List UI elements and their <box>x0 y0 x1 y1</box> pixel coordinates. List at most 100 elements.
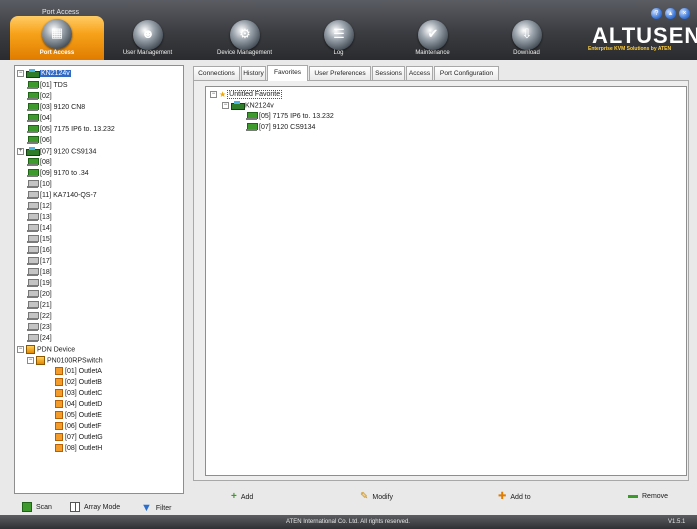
tree-pdn-group[interactable]: − PDN Device <box>17 345 75 354</box>
computer-offline-icon <box>27 224 39 233</box>
tab-access[interactable]: Access <box>406 66 433 80</box>
outlet-icon <box>55 367 63 376</box>
tree-port[interactable]: [15] <box>27 235 52 244</box>
tree-port[interactable]: [18] <box>27 268 52 277</box>
copyright-text: ATEN International Co. Ltd. All rights r… <box>286 519 410 525</box>
tree-port[interactable]: [19] <box>27 279 52 288</box>
favorite-star-icon: ★ <box>219 90 227 99</box>
array-mode-button[interactable]: Array Mode <box>70 501 120 515</box>
tree-outlet[interactable]: [02] OutletB <box>55 378 102 387</box>
tree-port[interactable]: [01] TDS <box>27 81 68 90</box>
nav-user-management[interactable]: ☻ User Management <box>99 0 196 60</box>
computer-online-icon <box>27 92 39 101</box>
collapse-icon[interactable]: − <box>222 102 229 109</box>
nav-device-management[interactable]: ⚙ Device Management <box>196 0 293 60</box>
favorite-device[interactable]: − KN2124v <box>222 101 274 110</box>
computer-online-icon <box>27 169 39 178</box>
nav-port-access[interactable]: ▦ Port Access <box>10 16 104 60</box>
collapse-icon[interactable]: − <box>17 70 24 77</box>
tree-port[interactable]: [20] <box>27 290 52 299</box>
computer-offline-icon <box>27 268 39 277</box>
status-bar: ATEN International Co. Ltd. All rights r… <box>0 515 697 529</box>
power-switch-icon <box>36 356 45 365</box>
tree-port-cascade[interactable]: + [07] 9120 CS9134 <box>17 147 96 156</box>
tree-outlet[interactable]: [06] OutletF <box>55 422 102 431</box>
tree-port[interactable]: [11] KA7140-QS-7 <box>27 191 97 200</box>
tree-port[interactable]: [04] <box>27 114 52 123</box>
tree-port[interactable]: [13] <box>27 213 52 222</box>
minimize-icon[interactable]: ▴ <box>665 8 676 19</box>
help-icon[interactable]: ? <box>651 8 662 19</box>
close-icon[interactable]: × <box>679 8 690 19</box>
port-tree[interactable]: − KN2124v [01] TDS [02] [03] 9120 CN8 [04… <box>14 65 184 494</box>
tree-outlet[interactable]: [03] OutletC <box>55 389 102 398</box>
computer-offline-icon <box>27 279 39 288</box>
tree-port[interactable]: [02] <box>27 92 52 101</box>
add-to-button[interactable]: ✚ Add to <box>498 490 531 504</box>
nav-label: Device Management <box>216 50 273 56</box>
tree-port[interactable]: [14] <box>27 224 52 233</box>
tree-port[interactable]: [22] <box>27 312 52 321</box>
tree-port[interactable]: [24] <box>27 334 52 343</box>
remove-button[interactable]: Remove <box>628 490 668 504</box>
filter-icon: ▼ <box>141 502 152 514</box>
tree-outlet[interactable]: [04] OutletD <box>55 400 102 409</box>
nav-log[interactable]: ☰ Log <box>290 0 387 60</box>
nav-label: Log <box>333 50 344 56</box>
nav-maintenance[interactable]: ✔ Maintenance <box>384 0 481 60</box>
computer-online-icon <box>27 158 39 167</box>
tab-port-configuration[interactable]: Port Configuration <box>434 66 499 80</box>
tree-port[interactable]: [23] <box>27 323 52 332</box>
tree-port[interactable]: [03] 9120 CN8 <box>27 103 85 112</box>
computer-offline-icon <box>27 334 39 343</box>
favorite-port[interactable]: [05] 7175 IP6 to. 13.232 <box>246 112 334 121</box>
tree-port[interactable]: [08] <box>27 158 52 167</box>
outlet-icon <box>55 444 63 453</box>
tree-outlet[interactable]: [07] OutletG <box>55 433 103 442</box>
nav-label: User Management <box>122 50 173 56</box>
modify-button[interactable]: ✎ Modify <box>360 490 393 504</box>
tree-port[interactable]: [17] <box>27 257 52 266</box>
computer-online-icon <box>246 123 258 132</box>
header-bar: Port Access ▦ Port Access ☻ User Managem… <box>0 0 697 60</box>
tab-user-preferences[interactable]: User Preferences <box>309 66 371 80</box>
collapse-icon[interactable]: − <box>27 357 34 364</box>
favorite-port[interactable]: [07] 9120 CS9134 <box>246 123 315 132</box>
tree-port[interactable]: [06] <box>27 136 52 145</box>
tab-sessions[interactable]: Sessions <box>372 66 405 80</box>
action-toolbar <box>193 481 697 515</box>
tab-connections[interactable]: Connections <box>193 66 240 80</box>
tab-history[interactable]: History <box>241 66 266 80</box>
tree-port[interactable]: [05] 7175 IP6 to. 13.232 <box>27 125 115 134</box>
scan-icon <box>22 502 32 513</box>
tab-bar: Connections History Favorites User Prefe… <box>193 65 689 81</box>
add-to-icon: ✚ <box>498 491 507 502</box>
computer-offline-icon <box>27 213 39 222</box>
tree-outlet[interactable]: [08] OutletH <box>55 444 102 453</box>
tree-pdn-switch[interactable]: − PN0100RPSwitch <box>27 356 103 365</box>
nav-download[interactable]: ⇩ Download <box>478 0 575 60</box>
favorites-tree[interactable]: − ★ Untitled Favorite − KN2124v [05] 7175 I… <box>205 86 687 476</box>
add-button[interactable]: + Add <box>231 490 253 504</box>
filter-button[interactable]: ▼ Filter <box>141 501 171 515</box>
tree-port[interactable]: [09] 9170 to .34 <box>27 169 89 178</box>
computer-online-icon <box>27 114 39 123</box>
nav-label: Port Access <box>39 50 75 56</box>
scan-button[interactable]: Scan <box>22 501 52 515</box>
computer-online-icon <box>27 136 39 145</box>
tree-port[interactable]: [16] <box>27 246 52 255</box>
tree-port[interactable]: [10] <box>27 180 52 189</box>
favorite-group[interactable]: − ★ Untitled Favorite <box>210 90 283 100</box>
tree-outlet[interactable]: [05] OutletE <box>55 411 102 420</box>
tab-favorites[interactable]: Favorites <box>267 65 308 81</box>
computer-offline-icon <box>27 323 39 332</box>
tree-outlet[interactable]: [01] OutletA <box>55 367 102 376</box>
collapse-icon[interactable]: − <box>17 346 24 353</box>
tree-port[interactable]: [12] <box>27 202 52 211</box>
collapse-icon[interactable]: − <box>210 91 217 98</box>
expand-icon[interactable]: + <box>17 148 24 155</box>
tree-port[interactable]: [21] <box>27 301 52 310</box>
computer-offline-icon <box>27 312 39 321</box>
computer-online-icon <box>246 112 258 121</box>
tree-root[interactable]: − KN2124v <box>17 69 71 78</box>
